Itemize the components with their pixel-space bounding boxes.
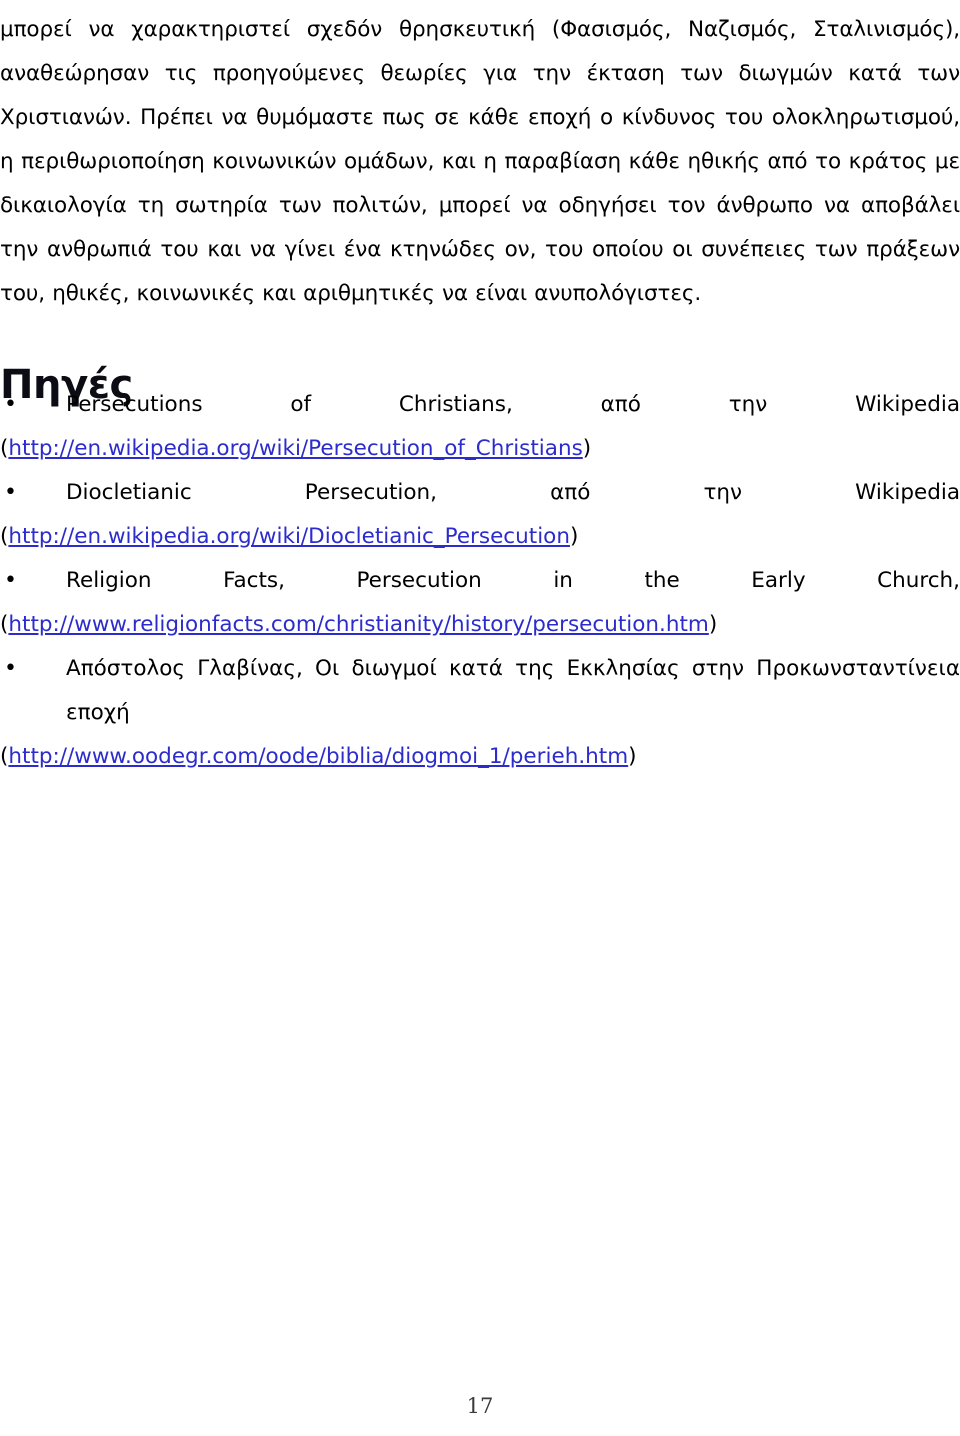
document-page: μπορεί να χαρακτηριστεί σχεδόν θρησκευτι…: [0, 0, 960, 1436]
close-paren: ): [582, 436, 592, 461]
reference-title: Απόστολος Γλαβίνας, Οι διωγμοί κατά της …: [66, 656, 960, 725]
list-item: • Religion Facts, Persecution in the Ear…: [0, 559, 960, 647]
bullet-icon: •: [4, 656, 17, 681]
bullet-icon: •: [4, 480, 17, 505]
bullet-icon: •: [4, 392, 17, 417]
body-paragraph: μπορεί να χαρακτηριστεί σχεδόν θρησκευτι…: [0, 16, 960, 306]
reference-link[interactable]: http://en.wikipedia.org/wiki/Persecution…: [8, 436, 582, 461]
reference-link[interactable]: http://en.wikipedia.org/wiki/Diocletiani…: [8, 524, 570, 549]
reference-link[interactable]: http://www.religionfacts.com/christianit…: [8, 612, 708, 637]
reference-title: Persecutions of Christians, από την Wiki…: [66, 392, 960, 417]
reference-url-line: (http://en.wikipedia.org/wiki/Diocletian…: [0, 515, 960, 559]
close-paren: ): [708, 612, 718, 637]
reference-url-line: (http://en.wikipedia.org/wiki/Persecutio…: [0, 427, 960, 471]
close-paren: ): [628, 744, 637, 769]
list-item: • Απόστολος Γλαβίνας, Οι διωγμοί κατά τη…: [0, 647, 960, 779]
reference-link[interactable]: http://www.oodegr.com/oode/biblia/diogmo…: [8, 744, 628, 769]
bullet-icon: •: [4, 568, 17, 593]
reference-title: Religion Facts, Persecution in the Early…: [66, 568, 960, 593]
close-paren: ): [569, 524, 579, 549]
list-item: • Diocletianic Persecution, από την Wiki…: [0, 471, 960, 559]
reference-url-line: (http://www.religionfacts.com/christiani…: [0, 603, 960, 647]
page-number: 17: [466, 1394, 494, 1418]
sources-list: • Persecutions of Christians, από την Wi…: [0, 383, 960, 779]
reference-title: Diocletianic Persecution, από την Wikipe…: [66, 480, 960, 505]
list-item: • Persecutions of Christians, από την Wi…: [0, 383, 960, 471]
reference-url-line: (http://www.oodegr.com/oode/biblia/diogm…: [0, 735, 960, 779]
